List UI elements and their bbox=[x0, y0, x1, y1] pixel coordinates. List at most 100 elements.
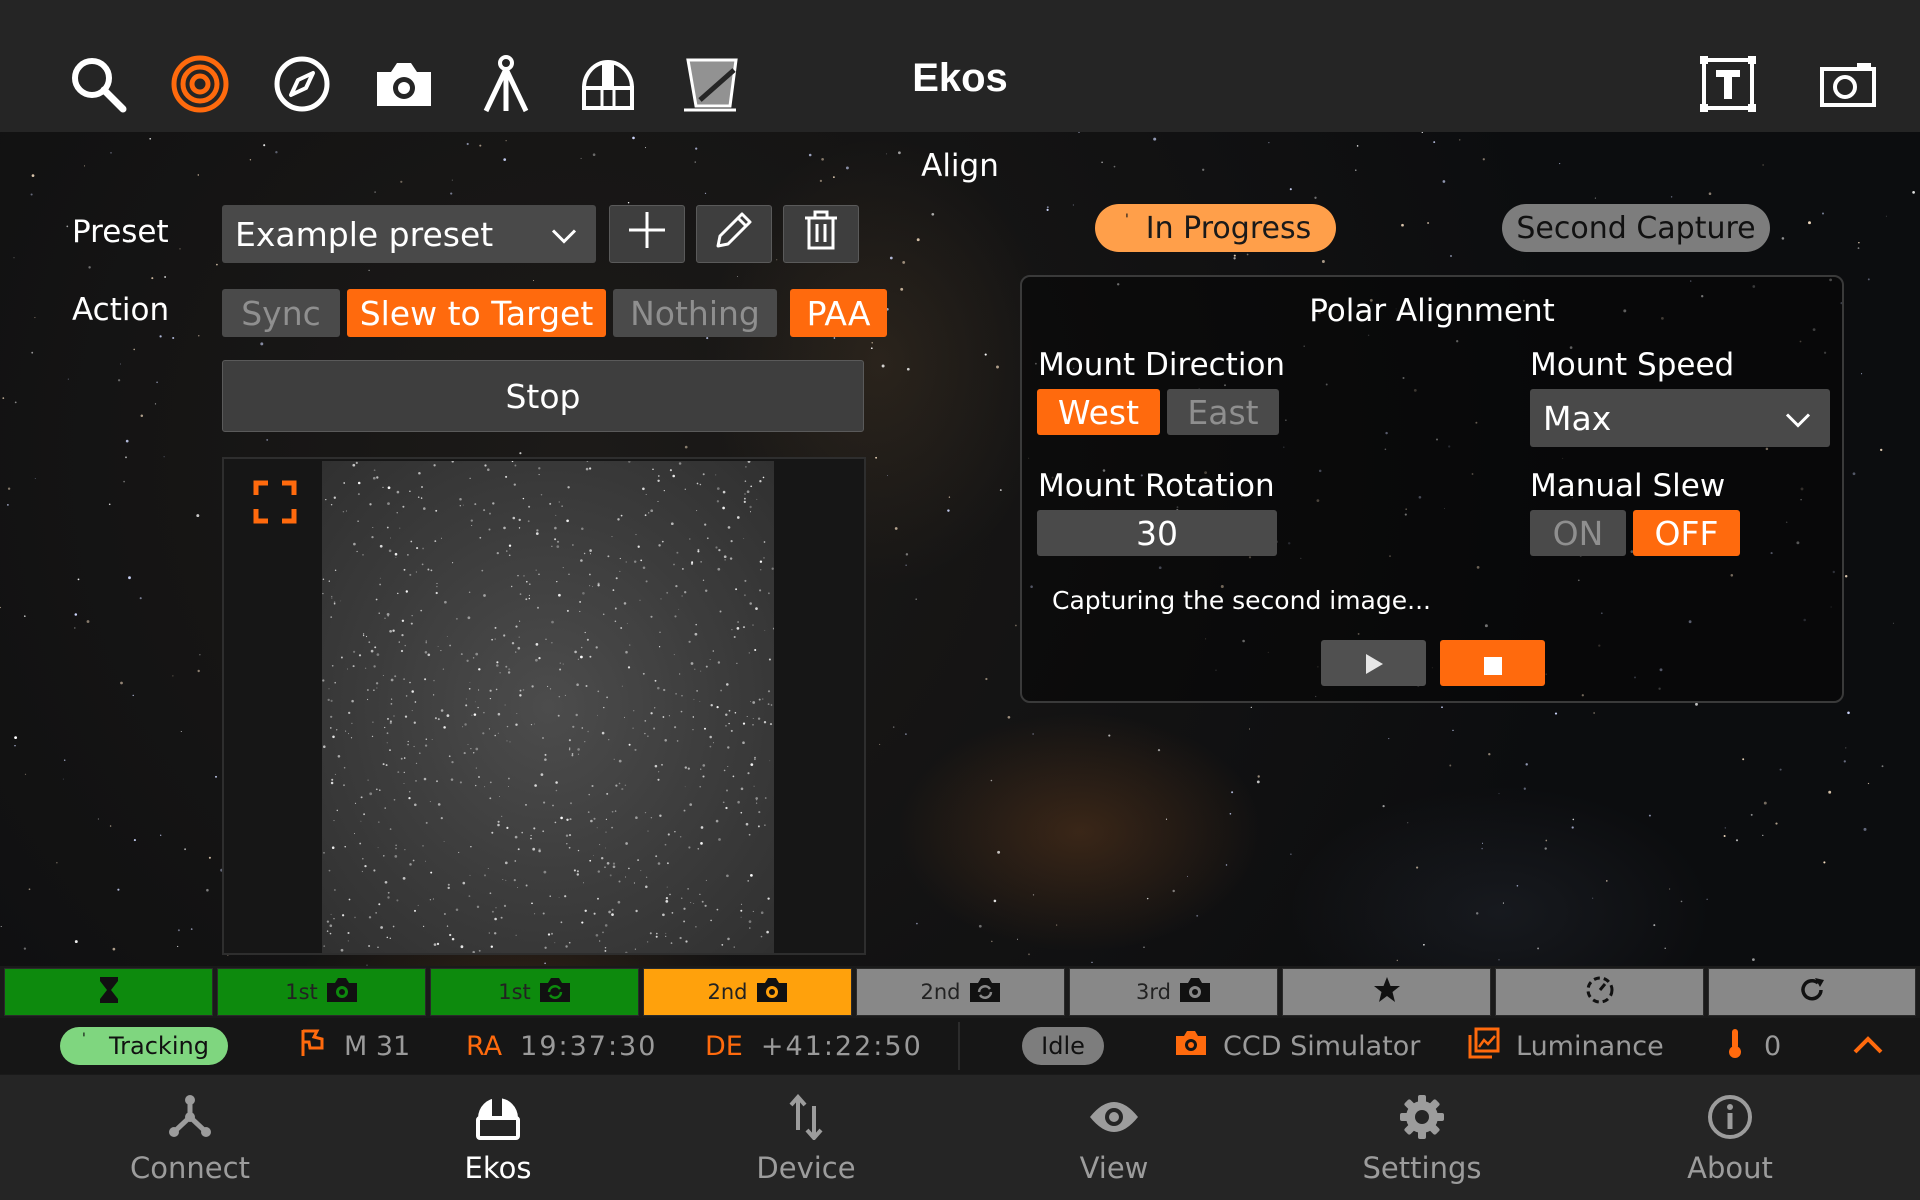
nav-device[interactable]: Device bbox=[696, 1075, 916, 1200]
star-dot bbox=[422, 547, 424, 550]
screenshot-icon[interactable] bbox=[1806, 42, 1890, 126]
star-dot bbox=[403, 678, 405, 680]
star-dot bbox=[534, 723, 535, 725]
star-dot bbox=[530, 723, 533, 726]
star-dot bbox=[580, 559, 583, 562]
star-dot bbox=[628, 867, 630, 870]
image-viewer[interactable] bbox=[222, 457, 866, 955]
nav-ekos[interactable]: Ekos bbox=[388, 1075, 608, 1200]
camera-icon[interactable] bbox=[362, 42, 446, 126]
star-dot bbox=[471, 714, 473, 716]
nav-about[interactable]: About bbox=[1620, 1075, 1840, 1200]
star-dot bbox=[740, 903, 743, 905]
busy-indicator-icon: ' bbox=[82, 1031, 86, 1047]
stop-process-button[interactable] bbox=[1440, 640, 1545, 686]
target-name: M 31 bbox=[344, 1030, 411, 1062]
paa-button[interactable]: PAA bbox=[790, 289, 887, 337]
nav-connect[interactable]: Connect bbox=[80, 1075, 300, 1200]
bottom-navigation: Connect Ekos Device View Settings About bbox=[0, 1074, 1920, 1200]
star-dot bbox=[660, 598, 662, 600]
star-dot bbox=[375, 598, 378, 601]
star-dot bbox=[331, 778, 334, 781]
direction-west-button[interactable]: West bbox=[1037, 389, 1160, 435]
star-dot bbox=[717, 567, 721, 571]
star-dot bbox=[618, 782, 621, 785]
star-dot bbox=[477, 775, 481, 779]
star-dot bbox=[389, 629, 392, 633]
star-dot bbox=[460, 945, 464, 949]
star-dot bbox=[348, 711, 351, 715]
tripod-icon[interactable] bbox=[464, 42, 548, 126]
star-dot bbox=[385, 764, 388, 767]
star-dot bbox=[489, 781, 492, 784]
manual-slew-on-button[interactable]: ON bbox=[1530, 510, 1626, 556]
preset-select[interactable]: Example preset bbox=[222, 205, 596, 263]
star-dot bbox=[540, 773, 544, 776]
star-dot bbox=[528, 583, 531, 586]
star-dot bbox=[386, 613, 390, 616]
edit-preset-button[interactable] bbox=[696, 205, 772, 263]
star-dot bbox=[382, 486, 384, 488]
star-dot bbox=[357, 520, 359, 522]
delete-preset-button[interactable] bbox=[783, 205, 859, 263]
star-dot bbox=[513, 483, 516, 486]
star-dot bbox=[525, 884, 528, 887]
fullscreen-icon[interactable] bbox=[253, 480, 297, 528]
ekos-icon bbox=[388, 1089, 608, 1145]
nav-label: Device bbox=[756, 1151, 856, 1185]
star-dot bbox=[395, 847, 397, 850]
star-dot bbox=[704, 523, 707, 526]
mount-rotation-spinbox[interactable]: 30 bbox=[1037, 510, 1277, 556]
star-dot bbox=[417, 904, 419, 906]
direction-east-button[interactable]: East bbox=[1167, 389, 1279, 435]
star-dot bbox=[413, 745, 415, 748]
star-dot bbox=[328, 869, 331, 872]
start-button[interactable] bbox=[1321, 640, 1426, 686]
action-sync-button[interactable]: Sync bbox=[222, 289, 340, 337]
compass-icon[interactable] bbox=[260, 42, 344, 126]
star-dot bbox=[692, 729, 694, 731]
chevron-up-icon bbox=[1852, 1031, 1884, 1062]
star-dot bbox=[665, 932, 667, 934]
star-dot bbox=[540, 493, 543, 496]
star-dot bbox=[333, 602, 336, 605]
star-dot bbox=[425, 821, 428, 824]
star-dot bbox=[362, 857, 364, 860]
star-dot bbox=[397, 771, 400, 774]
star-dot bbox=[647, 735, 649, 737]
nav-view[interactable]: View bbox=[1004, 1075, 1224, 1200]
stop-button[interactable]: Stop bbox=[222, 360, 864, 432]
target-icon[interactable] bbox=[158, 42, 242, 126]
observatory-icon[interactable] bbox=[566, 42, 650, 126]
text-overlay-icon[interactable] bbox=[1686, 42, 1770, 126]
star-dot bbox=[443, 726, 446, 729]
star-dot bbox=[608, 739, 610, 741]
manual-slew-off-button[interactable]: OFF bbox=[1633, 510, 1740, 556]
star-dot bbox=[429, 801, 431, 803]
star-dot bbox=[574, 650, 577, 654]
star-dot bbox=[451, 937, 455, 941]
filter-icon[interactable] bbox=[668, 42, 752, 126]
star-dot bbox=[591, 784, 594, 788]
star-dot bbox=[554, 526, 557, 530]
star-dot bbox=[579, 600, 582, 603]
star-dot bbox=[644, 732, 646, 735]
star-dot bbox=[757, 825, 760, 828]
star-dot bbox=[372, 476, 376, 480]
star-dot bbox=[587, 730, 589, 733]
star-dot bbox=[658, 544, 661, 547]
add-preset-button[interactable] bbox=[609, 205, 685, 263]
star-dot bbox=[366, 689, 369, 691]
star-dot bbox=[384, 807, 386, 809]
nav-settings[interactable]: Settings bbox=[1312, 1075, 1532, 1200]
action-slew-button[interactable]: Slew to Target bbox=[347, 289, 606, 337]
star-dot bbox=[655, 935, 658, 938]
star-dot bbox=[559, 668, 562, 671]
expand-status-button[interactable] bbox=[1852, 1018, 1884, 1074]
mount-speed-select[interactable]: Max bbox=[1530, 389, 1830, 447]
search-icon[interactable] bbox=[56, 42, 140, 126]
star-dot bbox=[334, 569, 337, 571]
star-dot bbox=[658, 771, 660, 773]
star-dot bbox=[354, 802, 357, 804]
action-nothing-button[interactable]: Nothing bbox=[613, 289, 777, 337]
